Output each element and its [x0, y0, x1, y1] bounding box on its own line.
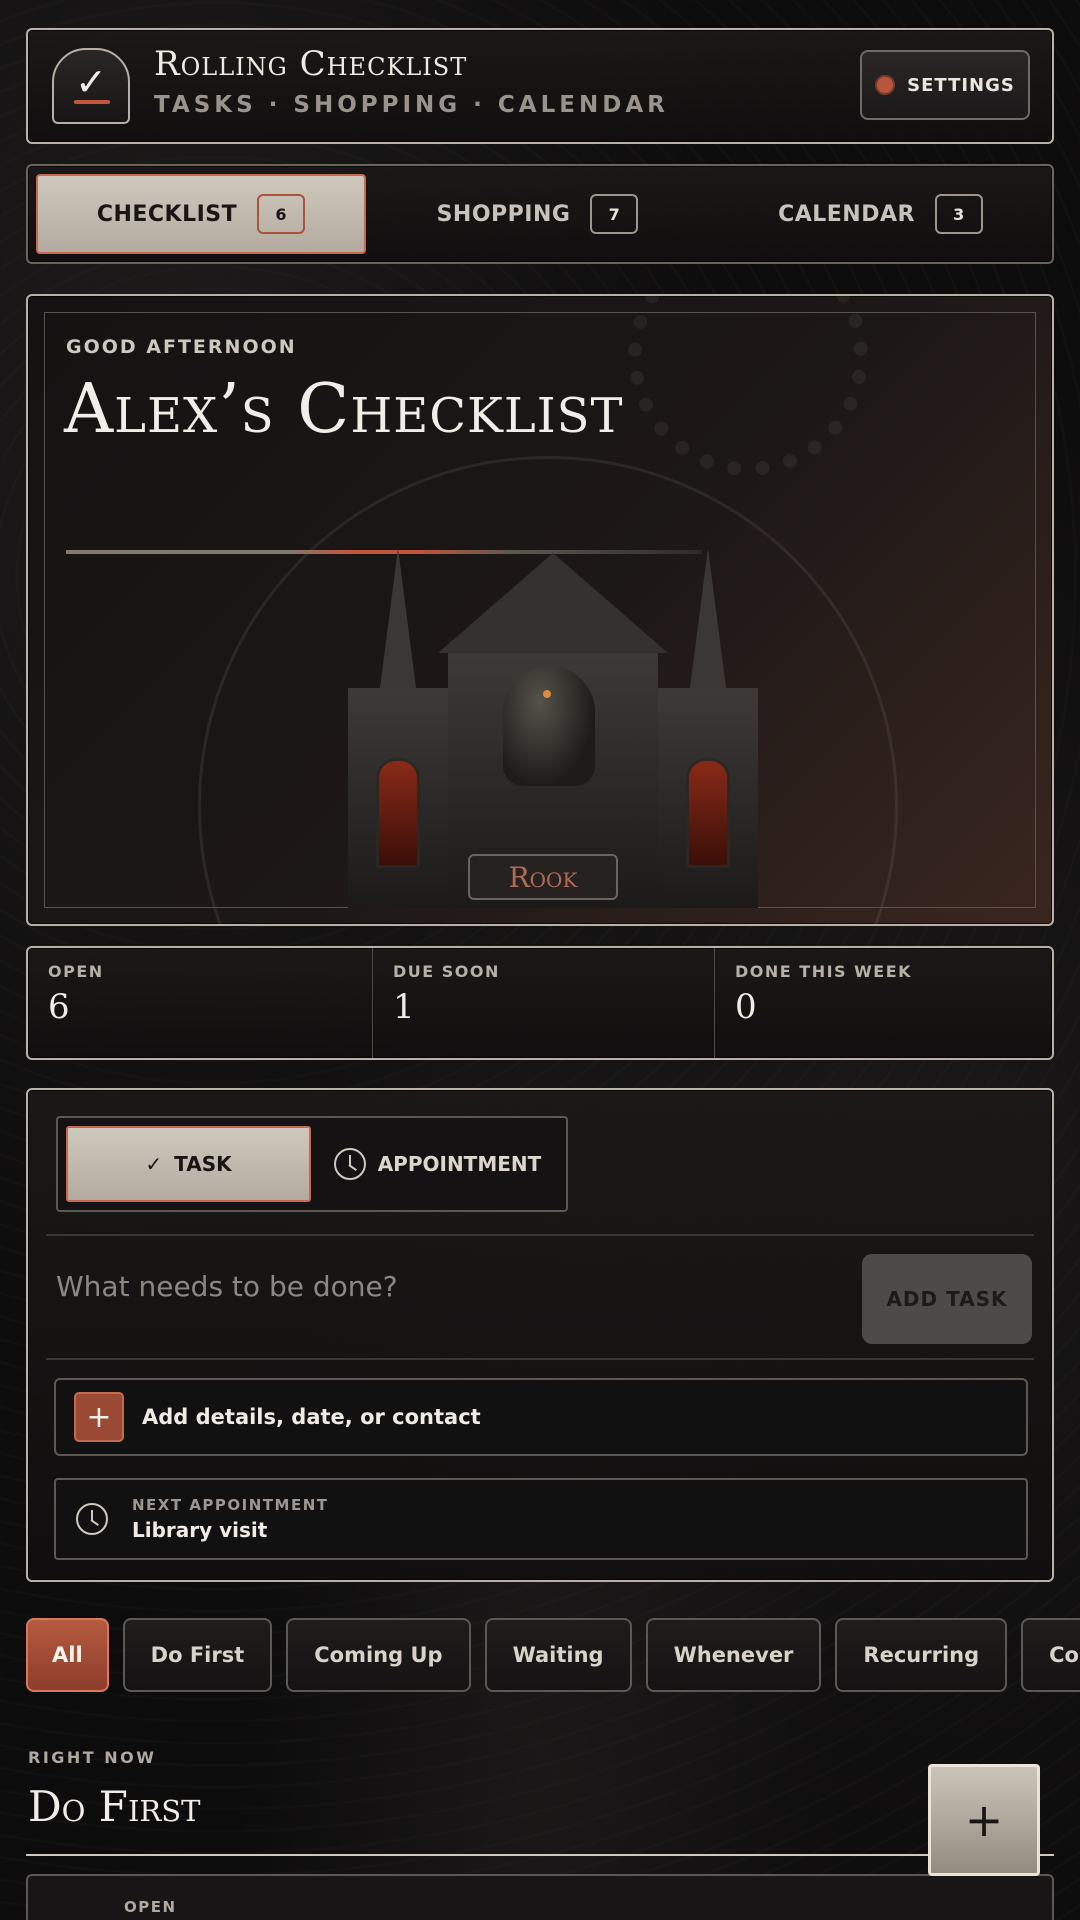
filter-all[interactable]: All [26, 1618, 109, 1692]
tab-calendar[interactable]: CALENDAR 3 [709, 166, 1052, 262]
app-title: Rolling Checklist [154, 44, 468, 84]
greeting-text: GOOD AFTERNOON [66, 336, 297, 358]
left-spire [380, 548, 416, 688]
mode-toggle: ✓ TASK APPOINTMENT [56, 1116, 568, 1212]
raven-figure [503, 666, 595, 786]
stats-bar: OPEN 6 DUE SOON 1 DONE THIS WEEK 0 [26, 946, 1054, 1060]
filter-waiting[interactable]: Waiting [484, 1618, 632, 1692]
section-divider [26, 1854, 1054, 1856]
filter-whenever[interactable]: Whenever [645, 1618, 822, 1692]
tab-count-badge: 3 [934, 194, 983, 234]
add-details-label: Add details, date, or contact [142, 1405, 481, 1429]
chapel-roof [438, 553, 668, 653]
stat-open: OPEN 6 [28, 948, 372, 1058]
checkmark-icon: ✓ [75, 60, 107, 104]
plus-icon: + [964, 1793, 1004, 1847]
stat-label: DUE SOON [393, 962, 500, 981]
add-task-button[interactable]: ADD TASK [862, 1254, 1032, 1344]
hero-banner: GOOD AFTERNOON Alex’s Checklist Rook [26, 294, 1054, 926]
filter-completed[interactable]: Completed [1021, 1618, 1080, 1692]
task-status-label: OPEN [124, 1898, 177, 1916]
stat-label: OPEN [48, 962, 104, 981]
mode-appointment-button[interactable]: APPOINTMENT [317, 1126, 558, 1202]
stat-value: 0 [735, 987, 757, 1027]
stat-value: 1 [393, 987, 415, 1027]
app-subtitle: TASKS · SHOPPING · CALENDAR [154, 92, 669, 118]
divider [46, 1358, 1034, 1360]
stat-label: DONE THIS WEEK [735, 962, 913, 981]
tab-label: CALENDAR [778, 201, 915, 227]
left-stained-window [376, 758, 420, 868]
rook-plaque: Rook [468, 854, 618, 900]
filter-coming-up[interactable]: Coming Up [286, 1618, 471, 1692]
clock-icon [76, 1503, 108, 1535]
main-tabs: CHECKLIST 6 SHOPPING 7 CALENDAR 3 [26, 164, 1054, 264]
app-header: ✓ Rolling Checklist TASKS · SHOPPING · C… [26, 28, 1054, 144]
mode-task-button[interactable]: ✓ TASK [66, 1126, 311, 1202]
next-appointment-label: NEXT APPOINTMENT [132, 1496, 329, 1514]
add-floating-button[interactable]: + [928, 1764, 1040, 1876]
section-eyebrow: RIGHT NOW [28, 1748, 157, 1767]
section-title: Do First [28, 1782, 201, 1831]
settings-button[interactable]: SETTINGS [860, 50, 1030, 120]
app-logo: ✓ [52, 48, 130, 124]
tab-shopping[interactable]: SHOPPING 7 [366, 166, 709, 262]
tab-count-badge: 6 [257, 194, 306, 234]
plus-icon: + [74, 1392, 124, 1442]
task-composer: ✓ TASK APPOINTMENT ADD TASK + Add detail… [26, 1088, 1054, 1582]
add-details-button[interactable]: + Add details, date, or contact [54, 1378, 1028, 1456]
right-spire [690, 548, 726, 688]
status-dot-icon [875, 75, 896, 95]
tab-label: CHECKLIST [96, 201, 238, 227]
mode-appointment-label: APPOINTMENT [377, 1152, 542, 1176]
gothic-cathedral-illustration: Rook [318, 548, 788, 908]
task-card[interactable]: OPEN [26, 1874, 1054, 1920]
tab-label: SHOPPING [436, 201, 571, 227]
filter-recurring[interactable]: Recurring [835, 1618, 1008, 1692]
stat-done-this-week: DONE THIS WEEK 0 [714, 948, 1052, 1058]
right-stained-window [686, 758, 730, 868]
task-input[interactable] [56, 1246, 846, 1326]
next-appointment-value: Library visit [132, 1518, 268, 1542]
filter-chips: All Do First Coming Up Waiting Whenever … [26, 1618, 1080, 1692]
mode-task-label: TASK [174, 1152, 232, 1176]
page-title: Alex’s Checklist [64, 370, 624, 449]
check-icon: ✓ [145, 1152, 163, 1176]
tab-count-badge: 7 [590, 194, 639, 234]
next-appointment[interactable]: NEXT APPOINTMENT Library visit [54, 1478, 1028, 1560]
filter-do-first[interactable]: Do First [122, 1618, 273, 1692]
clock-icon [333, 1148, 366, 1180]
stat-value: 6 [48, 987, 70, 1027]
tab-checklist[interactable]: CHECKLIST 6 [36, 174, 366, 254]
divider [46, 1234, 1034, 1236]
stat-due-soon: DUE SOON 1 [372, 948, 714, 1058]
raven-eye [543, 690, 551, 698]
logo-accent-bar [74, 100, 110, 104]
settings-label: SETTINGS [907, 74, 1015, 96]
